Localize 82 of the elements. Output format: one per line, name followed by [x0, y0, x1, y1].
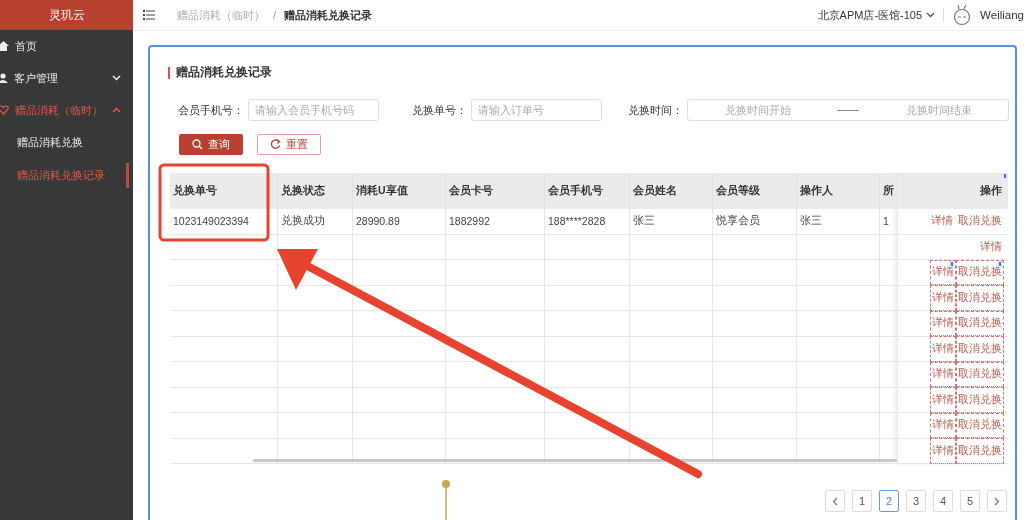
- page-button[interactable]: 5: [960, 490, 980, 512]
- sidebar-item[interactable]: 赠品消耗兑换: [0, 126, 133, 159]
- breadcrumb-item[interactable]: 赠品消耗（临时）: [177, 7, 265, 23]
- column-header: 所: [880, 173, 897, 209]
- refresh-icon: [270, 139, 281, 150]
- input-field[interactable]: 请输入会员手机号码: [248, 99, 379, 121]
- chevron-icon: [112, 75, 121, 81]
- menu-icon[interactable]: [143, 10, 155, 20]
- action-link[interactable]: 取消兑换: [956, 336, 1004, 362]
- action-link[interactable]: 取消兑换: [956, 310, 1004, 336]
- marker-icon: [949, 260, 955, 267]
- search-icon: [192, 139, 203, 150]
- column-header: 消耗U享值: [353, 173, 446, 209]
- end-date-input[interactable]: 兑换时间结束: [869, 103, 1008, 117]
- action-link[interactable]: 详情: [930, 259, 956, 285]
- table-cell: 兑换成功: [278, 209, 353, 235]
- action-link[interactable]: 取消兑换: [956, 438, 1004, 464]
- search-button[interactable]: 查询: [179, 134, 243, 155]
- store-selector[interactable]: 北京APM店-医馆-105: [817, 7, 936, 23]
- table-cell: 悦享会员: [713, 209, 797, 235]
- table-cell: 张三: [630, 209, 713, 235]
- column-header: 会员手机号: [545, 173, 630, 209]
- column-header: 会员卡号: [446, 173, 545, 209]
- column-header: 操作人: [797, 173, 880, 209]
- home-icon: [0, 41, 9, 51]
- page-button[interactable]: 2: [879, 490, 899, 512]
- reset-button[interactable]: 重置: [257, 134, 321, 155]
- column-header: 会员姓名: [630, 173, 713, 209]
- action-link[interactable]: 详情: [930, 361, 956, 387]
- action-link[interactable]: 详情: [930, 310, 956, 336]
- input-field[interactable]: 请输入订单号: [471, 99, 602, 121]
- chevron-right-icon: [994, 496, 1000, 506]
- column-header: 操作: [980, 184, 1002, 198]
- column-header: 兑换状态: [278, 173, 353, 209]
- action-link[interactable]: 取消兑换: [956, 361, 1004, 387]
- chevron-icon: [112, 107, 121, 113]
- action-link[interactable]: 取消兑换: [958, 214, 1002, 229]
- action-link[interactable]: 详情: [930, 336, 956, 362]
- table-cell: 1882992: [446, 209, 545, 235]
- table-cell: 张三: [797, 209, 880, 235]
- sidebar-item[interactable]: 赠品消耗兑换记录: [0, 159, 133, 192]
- chevron-left-icon: [832, 496, 838, 506]
- breadcrumb-item: 赠品消耗兑换记录: [284, 7, 373, 23]
- sidebar-item[interactable]: 首页: [0, 30, 133, 62]
- action-link[interactable]: 详情: [930, 438, 956, 464]
- table-cell: 188****2828: [545, 209, 630, 235]
- start-date-input[interactable]: 兑换时间开始: [688, 103, 827, 117]
- field-label: 兑换时间：: [628, 102, 683, 118]
- pin-drawing: [441, 479, 451, 520]
- sidebar-item[interactable]: 客户管理: [0, 62, 133, 94]
- field-label: 会员手机号：: [178, 102, 244, 118]
- action-link[interactable]: 取消兑换: [956, 285, 1004, 311]
- action-link[interactable]: 取消兑换: [956, 387, 1004, 413]
- action-link[interactable]: 详情: [930, 387, 956, 413]
- column-header: 会员等级: [713, 173, 797, 209]
- page-button[interactable]: 1: [852, 490, 872, 512]
- page-button[interactable]: 3: [906, 490, 926, 512]
- page-button[interactable]: 4: [933, 490, 953, 512]
- action-link[interactable]: 取消兑换: [956, 259, 1004, 285]
- chevron-icon: [926, 12, 936, 18]
- app-logo: 灵玑云: [0, 0, 133, 30]
- action-link[interactable]: 详情: [980, 239, 1002, 254]
- table-cell: 28990.89: [353, 209, 446, 235]
- date-range-field[interactable]: 兑换时间开始 兑换时间结束: [687, 99, 1009, 121]
- marker-icon: [1002, 173, 1008, 179]
- heart-icon: [0, 105, 9, 115]
- action-link[interactable]: 取消兑换: [956, 412, 1004, 438]
- field-label: 兑换单号：: [412, 102, 467, 118]
- action-link[interactable]: 详情: [930, 285, 956, 311]
- breadcrumb-separator: /: [273, 9, 277, 21]
- next-page-button[interactable]: [987, 490, 1007, 512]
- user-icon: [0, 73, 8, 83]
- table-cell: 1023149023394: [170, 209, 278, 235]
- column-header: 兑换单号: [170, 173, 278, 209]
- avatar-icon[interactable]: [952, 4, 973, 26]
- action-link[interactable]: 详情: [930, 412, 956, 438]
- page-title: 赠品消耗兑换记录: [176, 64, 272, 81]
- action-link[interactable]: 详情: [931, 214, 953, 229]
- user-name[interactable]: Weiliang: [980, 9, 1024, 21]
- previous-page-button[interactable]: [825, 490, 845, 512]
- sidebar-item[interactable]: 赠品消耗（临时）: [0, 94, 133, 126]
- marker-icon: [997, 260, 1003, 267]
